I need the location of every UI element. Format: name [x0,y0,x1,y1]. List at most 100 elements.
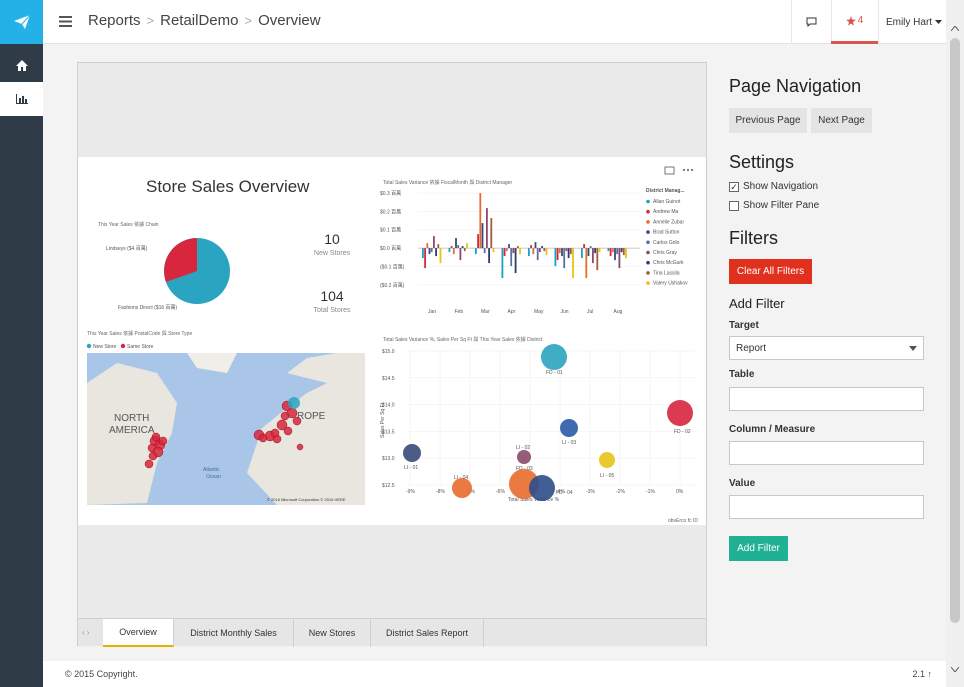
variance-bar [457,245,460,249]
variance-bar [488,248,490,264]
variance-bar [569,248,572,255]
variance-bar [528,248,530,257]
user-menu[interactable]: Emily Hart [881,0,947,44]
tab-new-stores[interactable]: New Stores [294,619,371,647]
divider [878,0,879,44]
variance-bar [561,248,563,257]
variance-y-tick: $0.0 百萬 [380,245,401,252]
variance-bar [466,243,468,249]
variance-bar [545,248,548,256]
legend-swatch [646,199,650,204]
variance-bar [558,248,561,254]
kpi-total-stores-label: Total Stores [313,307,351,314]
show-navigation-label: Show Navigation [743,181,819,192]
scatter-chart[interactable]: $15.0$14.5$14.0$13.5$13.0$12.5-9%-8%-7%-… [378,343,706,509]
variance-bar [543,248,546,252]
value-input[interactable] [729,495,924,519]
scatter-point-label: FD - 01 [546,370,563,376]
logo-paper-plane-icon[interactable] [0,0,43,44]
previous-page-button[interactable]: Previous Page [729,108,807,133]
scatter-y-tick: $12.5 [382,483,395,489]
show-filter-pane-checkbox[interactable]: Show Filter Pane [729,200,819,211]
sidebar [0,0,43,687]
variance-bar [563,248,566,269]
variance-bar [607,248,610,252]
page-navigation-heading: Page Navigation [729,76,862,96]
embedded-report[interactable]: Store Sales Overview This Year Sales 依據 … [77,62,707,647]
legend-item: Brad Sutton [653,230,680,236]
scatter-point-label: FD - 02 [674,429,691,435]
variance-bar [490,218,493,249]
table-label: Table [729,369,755,380]
notifications-button[interactable]: 4 [831,0,878,44]
tab-district-monthly-sales[interactable]: District Monthly Sales [174,619,294,647]
variance-bar [481,223,484,249]
add-filter-button[interactable]: Add Filter [729,536,788,561]
variance-bar [565,248,568,252]
user-name: Emily Hart [885,16,933,28]
settings-heading: Settings [729,152,795,172]
map-credit: © 2016 Microsoft Corporation © 2016 HERE [267,497,346,502]
target-select[interactable]: Report [729,336,924,360]
clear-all-filters-button[interactable]: Clear All Filters [729,259,812,284]
target-label: Target [729,320,759,331]
next-page-button[interactable]: Next Page [811,108,872,133]
table-input[interactable] [729,387,924,411]
report-canvas: Store Sales Overview This Year Sales 依據 … [78,157,706,525]
breadcrumb-separator: > [244,13,253,28]
show-navigation-checkbox[interactable]: ✓ Show Navigation [729,181,818,192]
variance-bar [422,248,424,259]
menu-icon[interactable] [59,14,72,32]
scatter-bubble [541,344,567,370]
variance-bar [433,236,435,249]
legend-item: Annelie Zubar [653,219,684,225]
variance-bar [594,248,596,254]
bar-chart-icon[interactable] [0,82,43,116]
home-icon[interactable] [0,48,43,82]
map-label-ocean: Ocean [206,474,221,480]
checkbox-checked-icon: ✓ [729,181,739,192]
tab-district-sales-report[interactable]: District Sales Report [371,619,484,647]
variance-bar [503,248,506,257]
column-measure-input[interactable] [729,441,924,465]
scatter-y-label: Sales Per Sq Ft [380,402,386,438]
report-footer-id: obvErco fc ID [668,518,699,524]
arrow-up-icon[interactable]: ↑ [928,669,933,679]
scroll-up-icon[interactable] [951,26,959,31]
page-tab-scroll-arrows[interactable]: ‹ › [82,628,90,637]
variance-bar [508,244,510,249]
variance-bar [512,248,515,254]
more-options-icon[interactable] [683,169,685,171]
scatter-point-label: LI - 03 [562,440,576,446]
legend-swatch [646,260,650,265]
page-scrollbar[interactable] [946,0,964,687]
scatter-point-label: FD - 04 [556,490,573,496]
variance-bar [616,248,619,255]
pie-chart[interactable]: Lindseys ($4 百萬) Fashions Direct ($16 百萬… [88,229,298,315]
chat-icon[interactable] [791,0,831,44]
tab-overview[interactable]: Overview [103,619,174,647]
store-map[interactable]: NORTH AMERICA ROPE Atlantic Ocean © 2016… [87,353,365,505]
scroll-down-icon[interactable] [951,667,959,672]
variance-bar [479,193,482,249]
legend-item: Chris Gray [653,250,677,256]
variance-bar [463,248,466,252]
map-legend: New Store Same Store [86,343,154,350]
column-measure-label: Column / Measure [729,424,816,435]
variance-bar [614,248,616,261]
breadcrumb-overview: Overview [258,12,321,29]
variance-bar [556,248,559,261]
breadcrumb-reports[interactable]: Reports [88,12,141,29]
breadcrumb-retaildemo[interactable]: RetailDemo [160,12,238,29]
variance-bar [567,248,570,259]
variance-bar [622,248,625,256]
variance-column-chart[interactable]: $0.3 百萬 $0.2 百萬 $0.1 百萬 $0.0 百萬 ($0.1 百萬) ($0… [378,185,646,320]
variance-bar [452,248,455,255]
variance-bar [501,248,504,279]
scatter-x-tick: -2% [616,489,625,495]
legend-swatch [646,271,650,275]
focus-mode-icon[interactable] [664,166,675,175]
variance-x-tick: Apr [508,309,516,315]
pie-label-lindseys: Lindseys ($4 百萬) [106,245,148,252]
scrollbar-thumb[interactable] [950,38,960,623]
